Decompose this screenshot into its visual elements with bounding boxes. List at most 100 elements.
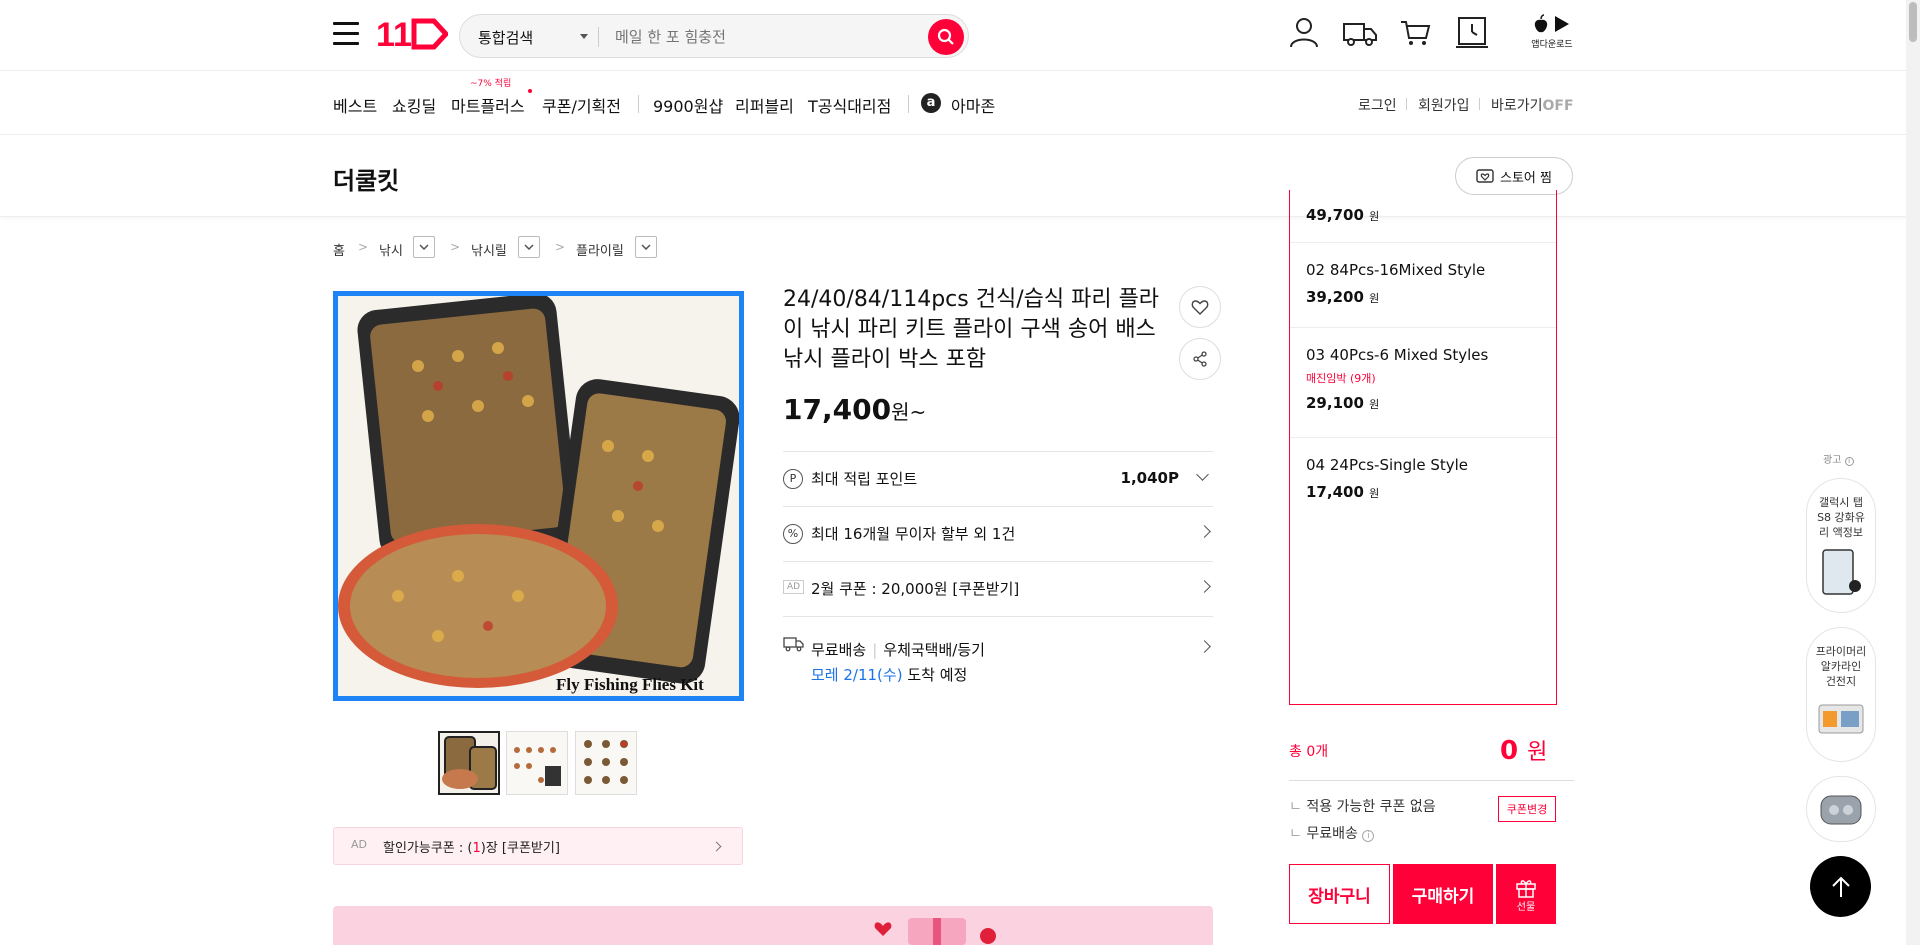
shortcut-label: 바로가기	[1491, 98, 1543, 114]
option-list: 49,700 원 02 84Pcs-16Mixed Style 39,200 원…	[1289, 190, 1557, 705]
chevron-right-icon: >	[450, 240, 461, 254]
side-ad-battery[interactable]: 프라이머리 알카라인 건전지	[1806, 627, 1876, 762]
category-nav: 베스트 쇼킹딜 ~7% 적립 마트플러스 쿠폰/기획전 9900원샵 리퍼블리 …	[0, 71, 1920, 135]
page-scrollbar[interactable]	[1906, 0, 1920, 945]
nav-coupon[interactable]: 쿠폰/기획전	[542, 93, 621, 117]
store-name[interactable]: 더쿨킷	[333, 161, 399, 196]
option-item[interactable]: 04 24Pcs-Single Style 17,400 원	[1290, 438, 1556, 523]
search-input[interactable]	[615, 24, 915, 50]
installment-label: 최대 16개월 무이자 할부 외 1건	[811, 525, 1016, 543]
coupon-label: 2월 쿠폰 : 20,000원 [쿠폰받기]	[811, 580, 1020, 598]
nav-9900-shop[interactable]: 9900원샵	[653, 93, 723, 117]
search-icon	[937, 28, 954, 45]
option-item[interactable]: 49,700 원	[1290, 190, 1556, 243]
option-item[interactable]: 03 40Pcs-6 Mixed Styles 매진임박 (9개) 29,100…	[1290, 328, 1556, 438]
divider	[598, 27, 599, 47]
arrival-info: 모레 2/11(수) 도착 예정	[811, 664, 967, 685]
new-dot	[528, 89, 532, 93]
join-link[interactable]: 회원가입	[1418, 95, 1470, 115]
scroll-to-top-button[interactable]	[1810, 856, 1871, 917]
chevron-down-icon[interactable]	[413, 236, 435, 258]
nav-t-official[interactable]: T공식대리점	[808, 93, 891, 117]
chevron-down-icon	[1196, 468, 1209, 481]
cart-icon[interactable]	[1399, 16, 1431, 48]
thumbnail-2[interactable]	[506, 731, 568, 795]
gift-button[interactable]: 선물	[1496, 864, 1556, 924]
thumbnail-3[interactable]	[575, 731, 637, 795]
chevron-down-icon[interactable]	[635, 236, 657, 258]
coupon-bar-text: 할인가능쿠폰 : (1)장 [쿠폰받기]	[383, 841, 560, 856]
share-button[interactable]	[1179, 338, 1221, 380]
breadcrumb-fly-reel[interactable]: 플라이릴	[576, 240, 624, 259]
tablet-image	[1822, 549, 1861, 595]
side-ad-text: 프라이머리 알카라인 건전지	[1815, 645, 1867, 688]
scrollbar-thumb[interactable]	[1909, 2, 1917, 42]
search-category-select[interactable]: 통합검색	[478, 27, 533, 48]
product-title: 24/40/84/114pcs 건식/습식 파리 플라이 낚시 파리 키트 플라…	[783, 287, 1160, 372]
add-to-cart-button[interactable]: 장바구니	[1289, 864, 1390, 924]
installment-row[interactable]: % 최대 16개월 무이자 할부 외 1건	[783, 506, 1213, 561]
arrow-up-icon	[1831, 876, 1850, 897]
arrival-suffix: 도착 예정	[907, 666, 968, 684]
breadcrumb-fishing[interactable]: 낚시	[379, 240, 403, 259]
chevron-right-icon: >	[358, 240, 369, 254]
option-price: 17,400 원	[1306, 483, 1380, 501]
option-item[interactable]: 02 84Pcs-16Mixed Style 39,200 원	[1290, 243, 1556, 328]
delivery-info: 무료배송 | 우체국택배/등기	[811, 641, 985, 659]
option-price: 39,200 원	[1306, 288, 1380, 306]
price-suffix: 원~	[891, 400, 927, 424]
search-button[interactable]	[928, 19, 964, 55]
nav-refurbly[interactable]: 리퍼블리	[735, 93, 794, 117]
breadcrumb-home[interactable]: 홈	[333, 240, 345, 259]
site-logo[interactable]: 11	[376, 16, 450, 54]
divider	[638, 95, 639, 113]
points-row[interactable]: P 최대 적립 포인트 1,040P	[783, 451, 1213, 506]
delivery-truck-icon	[783, 637, 804, 652]
login-link[interactable]: 로그인	[1358, 95, 1397, 115]
delivery-row[interactable]: 무료배송 | 우체국택배/등기 모레 2/11(수) 도착 예정	[783, 616, 1213, 686]
shortcut-state: OFF	[1542, 98, 1574, 114]
apple-android-icon	[1534, 14, 1569, 33]
breadcrumb-reel[interactable]: 낚시릴	[471, 240, 507, 259]
shipping-note: ㄴ 무료배송 i	[1289, 823, 1375, 843]
discount-coupon-bar[interactable]: AD 할인가능쿠폰 : (1)장 [쿠폰받기]	[333, 827, 743, 865]
ad-tag: AD	[783, 580, 805, 594]
image-caption: Fly Fishing Flies Kit	[556, 675, 704, 694]
store-header: 더쿨킷 스토어 찜	[0, 135, 1920, 217]
shortcut-toggle[interactable]: 바로가기OFF	[1491, 95, 1574, 115]
option-price: 29,100 원	[1306, 394, 1380, 412]
chevron-right-icon	[711, 841, 722, 852]
store-heart-icon	[1476, 169, 1494, 183]
side-ad-case[interactable]	[1806, 776, 1876, 842]
gift-icon	[1516, 879, 1536, 898]
delivery-truck-icon[interactable]	[1342, 16, 1378, 48]
chevron-down-icon[interactable]	[580, 34, 588, 39]
menu-icon[interactable]	[333, 22, 361, 46]
buy-now-button[interactable]: 구매하기	[1393, 864, 1493, 924]
nav-amazon[interactable]: 아마존	[951, 93, 995, 117]
user-icon[interactable]	[1288, 16, 1320, 48]
promo-banner[interactable]	[333, 906, 1213, 945]
coupon-change-button[interactable]: 쿠폰변경	[1498, 796, 1556, 822]
info-icon: i	[1844, 457, 1854, 466]
nav-shocking-deal[interactable]: 쇼킹딜	[392, 93, 436, 117]
coupon-row[interactable]: AD 2월 쿠폰 : 20,000원 [쿠폰받기]	[783, 561, 1213, 616]
points-value: 1,040P	[1120, 469, 1179, 487]
option-name: 03 40Pcs-6 Mixed Styles	[1306, 346, 1489, 364]
recent-view-icon[interactable]	[1456, 16, 1488, 48]
wishlist-button[interactable]	[1179, 286, 1221, 328]
thumbnail-1[interactable]	[438, 731, 500, 795]
info-icon[interactable]: i	[1362, 830, 1375, 842]
heart-icon	[1191, 300, 1209, 315]
ad-tag: AD	[351, 838, 367, 851]
chevron-down-icon[interactable]	[518, 236, 540, 258]
product-main-image[interactable]: Fly Fishing Flies Kit	[333, 291, 744, 701]
nav-best[interactable]: 베스트	[333, 93, 377, 117]
side-ad-tablet-glass[interactable]: 갤럭시 탭 S8 강화유리 액정보	[1806, 478, 1876, 613]
stock-warning: 매진임박 (9개)	[1306, 372, 1376, 385]
delivery-method: 우체국택배/등기	[883, 641, 985, 659]
amazon-icon: a	[921, 93, 941, 113]
nav-mart-plus[interactable]: 마트플러스	[451, 93, 525, 117]
total-count: 총 0개	[1289, 744, 1329, 760]
app-download-button[interactable]: 앱다운로드	[1530, 14, 1574, 50]
